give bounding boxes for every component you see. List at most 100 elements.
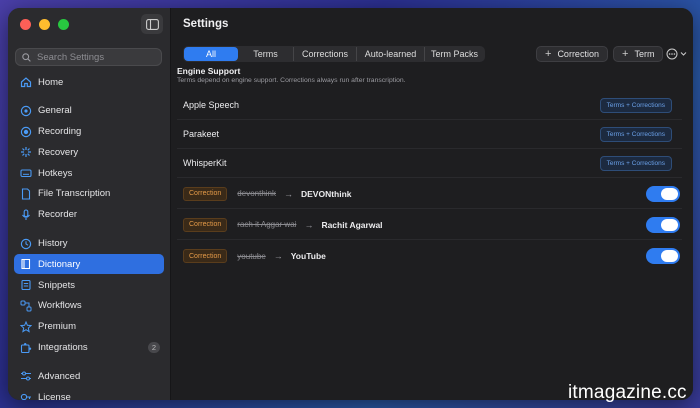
sidebar-item-label: Workflows bbox=[38, 300, 82, 312]
snippet-icon bbox=[20, 279, 32, 291]
sidebar-item-recording[interactable]: Recording bbox=[14, 122, 164, 142]
toggle-knob bbox=[661, 250, 678, 262]
correction-to: YouTube bbox=[290, 251, 326, 261]
engine-row: Apple Speech Terms + Corrections bbox=[177, 90, 682, 120]
more-options-button[interactable] bbox=[666, 48, 687, 60]
sidebar-item-integrations[interactable]: Integrations 2 bbox=[14, 338, 164, 358]
sidebar-item-label: Advanced bbox=[38, 370, 81, 382]
add-correction-label: Correction bbox=[557, 49, 599, 59]
sidebar-item-snippets[interactable]: Snippets bbox=[14, 275, 164, 295]
tab-terms[interactable]: Terms bbox=[238, 47, 294, 61]
sidebar-item-recovery[interactable]: Recovery bbox=[14, 142, 164, 162]
chevron-down-icon bbox=[680, 52, 687, 56]
plus-icon: + bbox=[545, 47, 552, 60]
zoom-window-button[interactable] bbox=[58, 19, 69, 30]
tab-term-packs[interactable]: Term Packs bbox=[425, 47, 484, 61]
sidebar-item-dictionary[interactable]: Dictionary bbox=[14, 254, 164, 275]
correction-from: rach it Aggar wai bbox=[237, 220, 297, 229]
watermark: itmagazine.cc bbox=[568, 382, 687, 403]
engine-support-description: Terms depend on engine support. Correcti… bbox=[177, 77, 406, 84]
correction-from: youtube bbox=[237, 251, 266, 261]
sidebar-item-premium[interactable]: Premium bbox=[14, 317, 164, 337]
plus-icon: + bbox=[622, 47, 629, 60]
key-icon bbox=[20, 391, 32, 400]
keyboard-icon bbox=[20, 167, 32, 179]
sidebar-item-advanced[interactable]: Advanced bbox=[14, 366, 164, 386]
close-window-button[interactable] bbox=[20, 19, 31, 30]
home-icon bbox=[20, 76, 32, 88]
arrow-right-icon: → bbox=[284, 188, 293, 199]
engine-support-badge: Terms + Corrections bbox=[599, 127, 672, 142]
correction-toggle[interactable] bbox=[646, 248, 680, 264]
main-content: Settings All Terms Corrections Auto-lear… bbox=[171, 8, 693, 400]
puzzle-icon bbox=[20, 342, 32, 354]
sidebar-item-label: Dictionary bbox=[38, 258, 81, 270]
engine-name: Apple Speech bbox=[183, 99, 240, 110]
toggle-knob bbox=[661, 219, 678, 231]
correction-tag: Correction bbox=[183, 186, 228, 201]
clock-icon bbox=[20, 238, 32, 250]
correction-row[interactable]: Correction rach it Aggar wai → Rachit Ag… bbox=[177, 210, 682, 240]
sliders-icon bbox=[20, 370, 32, 382]
sidebar-item-label: Recorder bbox=[38, 209, 78, 221]
star-icon bbox=[20, 320, 32, 333]
sidebar-item-general[interactable]: General bbox=[14, 101, 164, 121]
sidebar-nav: Home General Recording Recovery Hotkeys … bbox=[14, 72, 164, 400]
engine-row: WhisperKit Terms + Corrections bbox=[177, 148, 682, 178]
tab-corrections[interactable]: Corrections bbox=[294, 47, 357, 61]
sidebar-item-license[interactable]: License bbox=[14, 387, 164, 400]
add-term-button[interactable]: + Term bbox=[613, 46, 663, 62]
sidebar-item-label: General bbox=[38, 105, 72, 117]
correction-from: devonthink bbox=[237, 189, 276, 198]
mic-icon bbox=[20, 209, 32, 221]
engine-name: WhisperKit bbox=[183, 157, 227, 168]
minimize-window-button[interactable] bbox=[39, 19, 50, 30]
correction-tag: Correction bbox=[183, 217, 228, 232]
page-title: Settings bbox=[183, 18, 229, 30]
sidebar-item-label: Recording bbox=[38, 126, 82, 138]
arrow-right-icon: → bbox=[304, 219, 314, 230]
sidebar-item-label: Integrations bbox=[38, 342, 88, 354]
tab-auto-learned[interactable]: Auto-learned bbox=[357, 47, 425, 61]
sidebar-item-label: Snippets bbox=[38, 279, 75, 291]
correction-toggle[interactable] bbox=[646, 217, 680, 233]
sidebar-item-hotkeys[interactable]: Hotkeys bbox=[14, 163, 164, 183]
window-controls bbox=[20, 19, 69, 30]
engine-row: Parakeet Terms + Corrections bbox=[177, 119, 682, 149]
settings-window: Home General Recording Recovery bbox=[8, 8, 693, 400]
sidebar: Home General Recording Recovery bbox=[8, 8, 171, 400]
tab-all[interactable]: All bbox=[184, 47, 238, 61]
toggle-knob bbox=[661, 188, 678, 200]
add-correction-button[interactable]: + Correction bbox=[536, 46, 608, 62]
correction-toggle[interactable] bbox=[646, 186, 680, 202]
sidebar-item-label: History bbox=[38, 238, 68, 250]
search-input[interactable] bbox=[35, 50, 159, 64]
sidebar-item-label: Recovery bbox=[38, 146, 79, 158]
engine-support-title: Engine Support bbox=[177, 66, 241, 76]
sidebar-item-label: License bbox=[38, 391, 71, 400]
search-field[interactable] bbox=[15, 48, 162, 66]
arrow-right-icon: → bbox=[273, 251, 283, 261]
correction-row[interactable]: Correction youtube → YouTube bbox=[177, 241, 682, 271]
sidebar-item-workflows[interactable]: Workflows bbox=[14, 296, 164, 316]
engine-support-badge: Terms + Corrections bbox=[599, 98, 672, 113]
sidebar-item-recorder[interactable]: Recorder bbox=[14, 205, 164, 225]
sidebar-toggle-button[interactable] bbox=[141, 14, 163, 34]
sidebar-item-file-transcription[interactable]: File Transcription bbox=[14, 184, 164, 204]
gear-icon bbox=[20, 105, 32, 117]
add-term-label: Term bbox=[634, 49, 655, 59]
sidebar-item-label: File Transcription bbox=[38, 188, 111, 200]
correction-row[interactable]: Correction devonthink → DEVONthink bbox=[177, 179, 682, 209]
sidebar-item-history[interactable]: History bbox=[14, 234, 164, 254]
sidebar-item-home[interactable]: Home bbox=[14, 72, 164, 92]
file-icon bbox=[20, 188, 32, 200]
recovery-icon bbox=[20, 146, 32, 158]
sidebar-icon bbox=[145, 18, 159, 30]
sidebar-item-label: Hotkeys bbox=[38, 167, 73, 179]
book-icon bbox=[20, 258, 32, 270]
search-icon bbox=[22, 52, 31, 62]
correction-tag: Correction bbox=[183, 249, 228, 263]
sidebar-item-label: Home bbox=[38, 76, 64, 88]
integrations-count-badge: 2 bbox=[147, 341, 160, 353]
record-icon bbox=[20, 126, 32, 138]
